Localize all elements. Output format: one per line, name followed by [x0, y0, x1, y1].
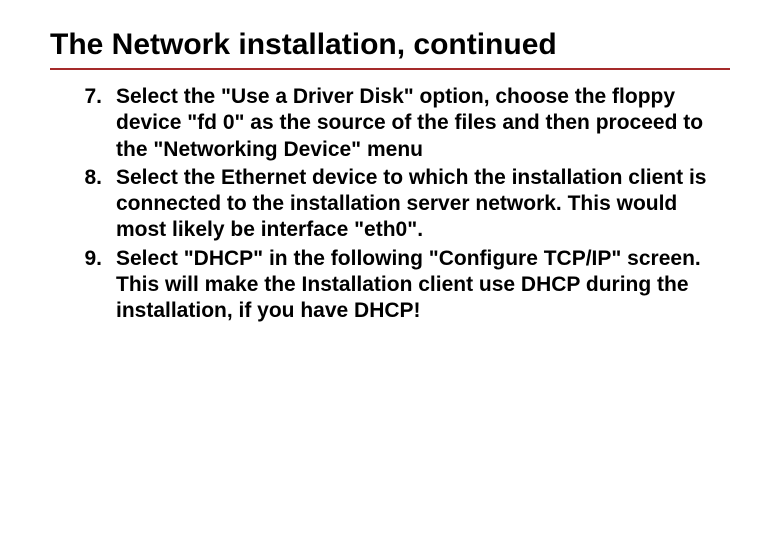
item-text: Select "DHCP" in the following "Configur… [116, 246, 730, 325]
instruction-list: 7. Select the "Use a Driver Disk" option… [50, 84, 730, 324]
list-item: 9. Select "DHCP" in the following "Confi… [78, 246, 730, 325]
item-number: 8. [78, 165, 116, 244]
page-title: The Network installation, continued [50, 28, 730, 70]
list-item: 8. Select the Ethernet device to which t… [78, 165, 730, 244]
item-text: Select the "Use a Driver Disk" option, c… [116, 84, 730, 163]
list-item: 7. Select the "Use a Driver Disk" option… [78, 84, 730, 163]
item-text: Select the Ethernet device to which the … [116, 165, 730, 244]
item-number: 9. [78, 246, 116, 325]
item-number: 7. [78, 84, 116, 163]
